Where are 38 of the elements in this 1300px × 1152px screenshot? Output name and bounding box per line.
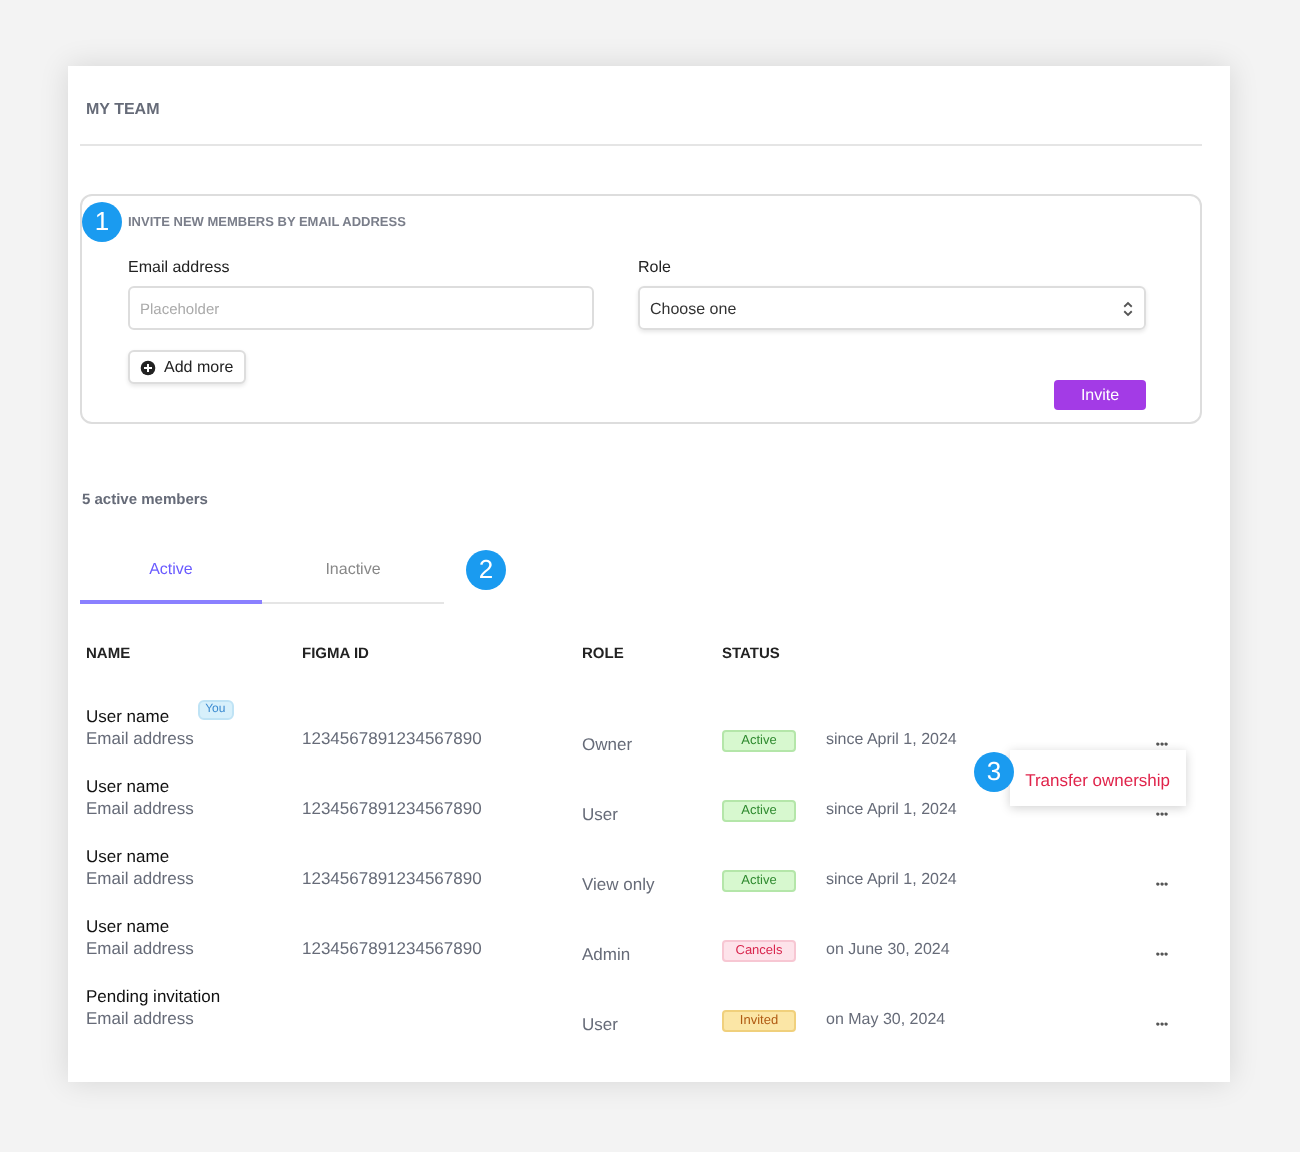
- role-text: Owner: [582, 734, 633, 754]
- status-date: since April 1, 2024: [826, 870, 957, 888]
- field-label: Email address: [128, 258, 230, 276]
- status-date: since April 1, 2024: [826, 800, 957, 818]
- role-text: User: [582, 804, 618, 824]
- user-name: User name: [86, 706, 170, 726]
- role-text: User: [582, 1014, 618, 1034]
- chevron-updown-icon: [1122, 299, 1134, 317]
- step-marker: 3: [974, 752, 1014, 792]
- role-dropdown[interactable]: Choose one: [638, 286, 1146, 330]
- field-label: Role: [638, 258, 671, 276]
- plus-circle-icon: [140, 359, 156, 375]
- page-title: MY TEAM: [86, 100, 160, 118]
- user-name: Pending invitation: [86, 986, 221, 1006]
- add-more-button[interactable]: Add more: [128, 350, 246, 384]
- role-text: Admin: [582, 944, 631, 964]
- user-name: User name: [86, 916, 170, 936]
- user-email: Email address: [86, 728, 196, 748]
- user-email: Email address: [86, 868, 196, 888]
- step-marker: 1: [82, 202, 122, 242]
- status-date: since April 1, 2024: [826, 730, 957, 748]
- user-name: User name: [86, 846, 170, 866]
- menu-item[interactable]: Transfer ownership: [1025, 770, 1170, 790]
- figma-id: 1234567891234567890: [302, 728, 482, 748]
- status-date: on June 30, 2024: [826, 940, 950, 958]
- user-email: Email address: [86, 938, 196, 958]
- user-email: Email address: [86, 1008, 196, 1028]
- tab[interactable]: Active: [80, 560, 262, 604]
- role-text: View only: [582, 874, 655, 894]
- status-date: on May 30, 2024: [826, 1010, 946, 1028]
- user-name: User name: [86, 776, 170, 796]
- figma-id: 1234567891234567890: [302, 868, 482, 888]
- step-marker: 2: [466, 550, 506, 590]
- tab[interactable]: Inactive: [262, 560, 444, 604]
- user-email: Email address: [86, 798, 196, 818]
- figma-id: 1234567891234567890: [302, 798, 482, 818]
- figma-id: 1234567891234567890: [302, 938, 482, 958]
- invite-button[interactable]: Invite: [1054, 380, 1146, 410]
